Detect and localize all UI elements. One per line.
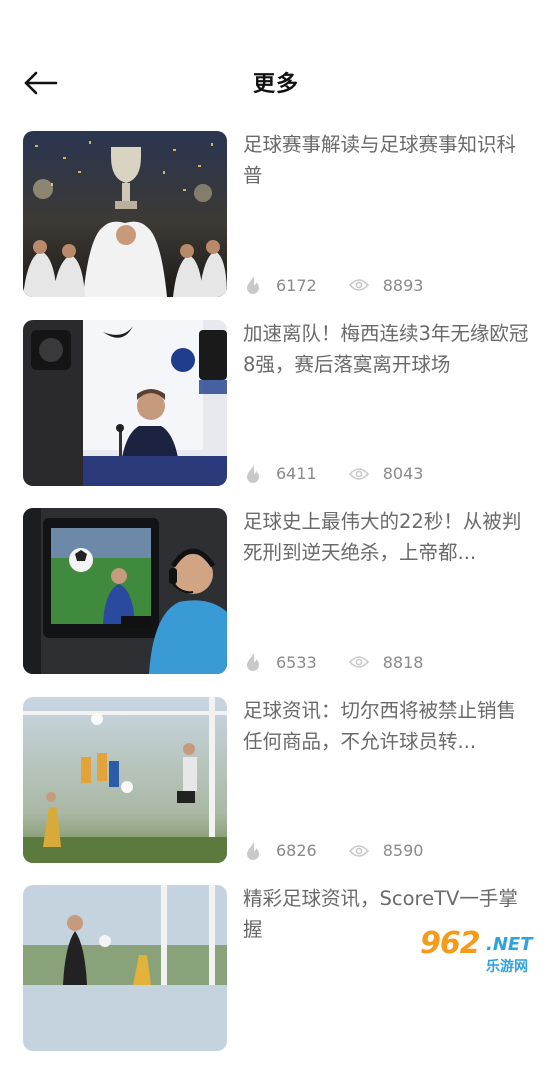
site-watermark: 962 .NET 乐游网: [412, 924, 552, 981]
article-stats: 6533 8818: [244, 651, 423, 673]
watermark-suffix: .NET: [486, 934, 533, 955]
article-thumbnail: [23, 696, 227, 863]
view-count: 8893: [348, 275, 424, 295]
fire-icon: [247, 276, 259, 294]
article-stats: 6411 8043: [244, 463, 423, 485]
fire-icon: [247, 653, 259, 671]
view-count-value: 8043: [382, 464, 424, 483]
watermark-site: 乐游网: [486, 959, 528, 975]
watermark-number: 962: [420, 926, 481, 961]
article-item[interactable]: 足球赛事解读与足球赛事知识科普 6172 8893: [0, 131, 552, 320]
view-count-value: 8818: [382, 652, 424, 672]
eye-icon: [348, 467, 369, 480]
fire-icon: [247, 841, 259, 860]
hot-count-value: 6533: [276, 652, 317, 672]
article-title: 足球赛事解读与足球赛事知识科普: [243, 133, 517, 187]
hot-count-value: 6172: [276, 275, 317, 295]
hot-count: 6826: [244, 841, 317, 861]
article-title: 加速离队！梅西连续3年无缘欧冠8强，赛后落寞离开球场: [243, 321, 529, 376]
eye-icon: [348, 656, 369, 668]
article-item[interactable]: 足球资讯：切尔西将被禁止销售任何商品，不允许球员转... 6826 8590: [0, 696, 552, 886]
eye-icon: [348, 279, 369, 291]
article-title: 足球资讯：切尔西将被禁止销售任何商品，不允许球员转...: [243, 698, 517, 753]
fire-icon: [247, 464, 259, 483]
eye-icon: [348, 844, 369, 857]
view-count: 8590: [348, 841, 424, 860]
page-title: 更多: [252, 72, 299, 97]
hot-count-value: 6411: [276, 464, 317, 483]
article-item[interactable]: 足球史上最伟大的22秒！从被判死刑到逆天绝杀，上帝都... 6533 8818: [0, 508, 552, 697]
view-count: 8043: [348, 464, 424, 483]
article-thumbnail: [23, 508, 227, 674]
article-item[interactable]: 加速离队！梅西连续3年无缘欧冠8强，赛后落寞离开球场 6411 8043: [0, 319, 552, 509]
article-title: 足球史上最伟大的22秒！从被判死刑到逆天绝杀，上帝都...: [243, 510, 522, 564]
view-count: 8818: [348, 652, 424, 672]
hot-count: 6533: [244, 652, 317, 672]
top-bar: 更多: [0, 0, 552, 120]
hot-count: 6172: [244, 275, 317, 295]
view-count-value: 8893: [382, 275, 424, 295]
article-thumbnail: [23, 131, 227, 297]
article-stats: 6172 8893: [244, 274, 423, 296]
hot-count: 6411: [244, 464, 317, 484]
article-thumbnail: [23, 885, 227, 1051]
view-count-value: 8590: [382, 841, 424, 860]
hot-count-value: 6826: [276, 841, 317, 860]
article-thumbnail: [23, 319, 227, 486]
article-stats: 6826 8590: [244, 840, 423, 862]
